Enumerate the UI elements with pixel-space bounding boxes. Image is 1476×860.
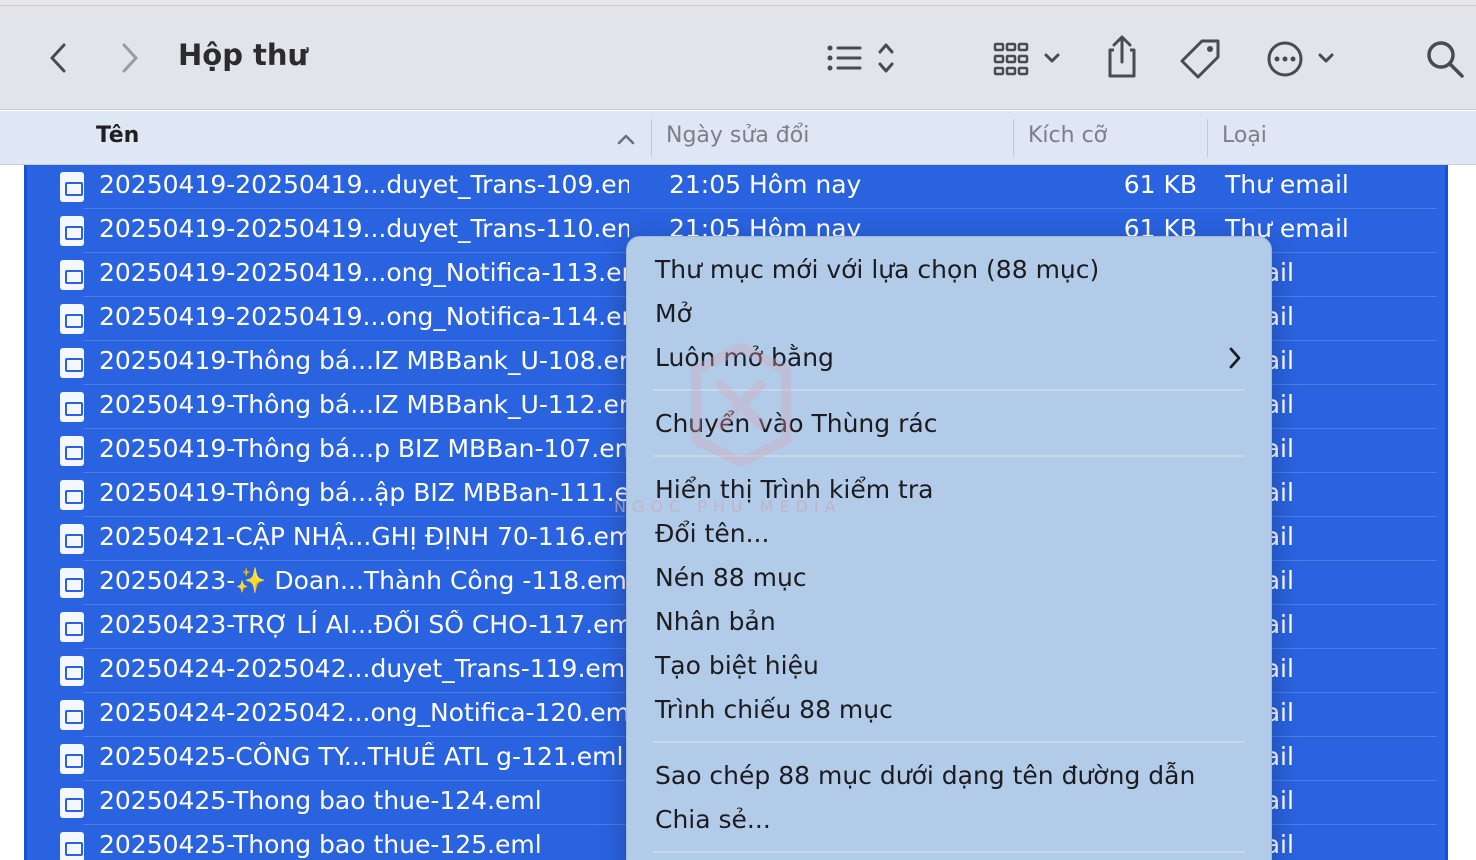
- email-file-icon: [60, 172, 84, 202]
- menu-item-rename[interactable]: Đổi tên...: [655, 519, 769, 548]
- menu-item-share[interactable]: Chia sẻ...: [655, 805, 771, 834]
- file-name: 20250419-20250419...duyet_Trans-109.eml: [99, 170, 629, 199]
- email-file-icon: [60, 392, 84, 422]
- menu-item-open[interactable]: Mở: [655, 299, 692, 328]
- file-name: 20250423-TRỢ LÍ AI...ĐỔI SỐ CHO-117.eml: [99, 610, 629, 639]
- email-file-icon: [60, 348, 84, 378]
- file-name: 20250419-20250419...duyet_Trans-110.eml: [99, 214, 629, 243]
- list-view-icon: [827, 43, 894, 73]
- column-separator[interactable]: [1013, 119, 1014, 157]
- menu-separator: [653, 851, 1245, 853]
- file-date: 21:05 Hôm nay: [669, 170, 862, 199]
- forward-button[interactable]: [112, 40, 148, 76]
- file-name: 20250425-CÔNG TY...THUẾ ATL g-121.eml: [99, 742, 624, 771]
- menu-item-make-alias[interactable]: Tạo biệt hiệu: [655, 651, 819, 680]
- email-file-icon: [60, 744, 84, 774]
- tag-button[interactable]: [1178, 36, 1224, 82]
- file-name: 20250419-Thông bá...p BIZ MBBan-107.eml: [99, 434, 629, 463]
- email-file-icon: [60, 788, 84, 818]
- chevron-left-icon: [50, 43, 66, 73]
- context-menu: Thư mục mới với lựa chọn (88 mục) Mở Luô…: [626, 236, 1272, 860]
- watermark-text: NGOC PHU MEDIA: [614, 497, 842, 516]
- menu-item-duplicate[interactable]: Nhân bản: [655, 607, 776, 636]
- tag-icon: [1180, 39, 1220, 79]
- file-name: 20250423-✨ Doan...Thành Công -118.eml: [99, 566, 629, 595]
- email-file-icon: [60, 480, 84, 510]
- sort-ascending-icon[interactable]: [616, 127, 636, 152]
- file-name: 20250419-20250419...ong_Notifica-113.eml: [99, 258, 629, 287]
- watermark-logo: [676, 340, 806, 470]
- email-file-icon: [60, 304, 84, 334]
- email-file-icon: [60, 700, 84, 730]
- file-name: 20250419-Thông bá...ập BIZ MBBan-111.eml: [99, 478, 629, 507]
- view-options-button[interactable]: [824, 40, 900, 78]
- column-date-modified[interactable]: Ngày sửa đổi: [666, 123, 809, 148]
- group-button[interactable]: [990, 40, 1066, 78]
- email-file-icon: [60, 524, 84, 554]
- email-file-icon: [60, 568, 84, 598]
- column-kind[interactable]: Loại: [1222, 123, 1267, 148]
- email-file-icon: [60, 216, 84, 246]
- file-kind: Thư email: [1225, 170, 1349, 199]
- file-name: 20250419-20250419...ong_Notifica-114.eml: [99, 302, 629, 331]
- email-file-icon: [60, 832, 84, 860]
- column-separator[interactable]: [1207, 119, 1208, 157]
- email-file-icon: [60, 656, 84, 686]
- grid-group-icon: [993, 42, 1060, 76]
- file-name: 20250425-Thong bao thue-124.eml: [99, 786, 542, 815]
- more-actions-button[interactable]: [1264, 38, 1344, 80]
- chevron-right-icon: [122, 43, 138, 73]
- toolbar: Hộp thư: [0, 6, 1476, 110]
- submenu-chevron-icon: [1227, 345, 1243, 375]
- file-row[interactable]: 20250419-20250419...duyet_Trans-109.eml 2…: [27, 165, 1445, 209]
- file-name: 20250421-CẬP NHẬ...GHỊ ĐỊNH 70-116.eml: [99, 522, 629, 551]
- menu-separator: [653, 741, 1245, 743]
- column-name[interactable]: Tên: [96, 123, 139, 148]
- menu-item-compress[interactable]: Nén 88 mục: [655, 563, 807, 592]
- file-name: 20250419-Thông bá...IZ MBBank_U-108.eml: [99, 346, 629, 375]
- email-file-icon: [60, 436, 84, 466]
- share-button[interactable]: [1102, 34, 1142, 80]
- email-file-icon: [60, 260, 84, 290]
- ellipsis-circle-icon: [1267, 41, 1334, 77]
- search-button[interactable]: [1422, 36, 1468, 82]
- email-file-icon: [60, 612, 84, 642]
- column-size[interactable]: Kích cỡ: [1028, 123, 1107, 148]
- search-icon: [1427, 41, 1464, 78]
- column-header-bar: Tên Ngày sửa đổi Kích cỡ Loại: [0, 111, 1476, 165]
- menu-item-slideshow[interactable]: Trình chiếu 88 mục: [655, 695, 893, 724]
- share-icon: [1108, 35, 1136, 78]
- file-name: 20250424-2025042...duyet_Trans-119.eml: [99, 654, 629, 683]
- file-name: 20250424-2025042...ong_Notifica-120.eml: [99, 698, 629, 727]
- menu-item-new-folder-with-selection[interactable]: Thư mục mới với lựa chọn (88 mục): [655, 255, 1099, 284]
- column-separator[interactable]: [651, 119, 652, 157]
- menu-item-copy-as-pathname[interactable]: Sao chép 88 mục dưới dạng tên đường dẫn: [655, 761, 1195, 790]
- file-size: 61 KB: [1123, 170, 1197, 199]
- file-name: 20250425-Thong bao thue-125.eml: [99, 830, 542, 859]
- window-title: Hộp thư: [178, 38, 309, 72]
- back-button[interactable]: [40, 40, 76, 76]
- file-name: 20250419-Thông bá...IZ MBBank_U-112.eml: [99, 390, 629, 419]
